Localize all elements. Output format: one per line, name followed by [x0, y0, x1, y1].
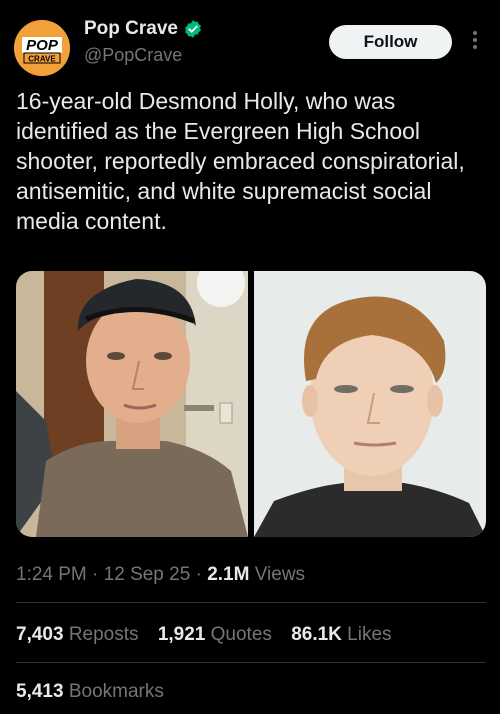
bookmarks-stat[interactable]: 5,413 Bookmarks [16, 681, 164, 703]
quotes-count: 1,921 [157, 624, 206, 645]
media-grid [16, 271, 486, 537]
likes-label: Likes [347, 624, 392, 645]
quotes-label: Quotes [210, 624, 272, 645]
views-label: Views [254, 564, 306, 585]
verified-badge-icon [185, 20, 201, 38]
tweet-meta: 1:24 PM · 12 Sep 25 · 2.1M Views [16, 564, 305, 586]
tweet-time[interactable]: 1:24 PM [16, 564, 87, 585]
svg-text:POP: POP [26, 37, 59, 54]
divider [16, 662, 486, 663]
pop-crave-logo-icon: POP CRAVE [14, 20, 70, 76]
tweet-header: POP CRAVE Pop Crave @PopCrave Follow [0, 0, 500, 80]
engagement-stats: 7,403 Reposts 1,921 Quotes 86.1K Likes [16, 624, 406, 646]
separator-dot: · [92, 564, 104, 585]
tweet-text: 16-year-old Desmond Holly, who was ident… [16, 88, 465, 234]
quotes-stat[interactable]: 1,921 Quotes [158, 624, 272, 645]
avatar[interactable]: POP CRAVE [14, 20, 70, 76]
display-name[interactable]: Pop Crave [84, 18, 178, 40]
tweet-date[interactable]: 12 Sep 25 [104, 564, 191, 585]
more-vertical-icon[interactable] [471, 28, 479, 52]
likes-count: 86.1K [291, 624, 342, 645]
reposts-label: Reposts [68, 624, 139, 645]
svg-text:CRAVE: CRAVE [28, 55, 56, 64]
bookmarks-count: 5,413 [16, 681, 64, 702]
handle[interactable]: @PopCrave [84, 45, 182, 66]
portrait-photo[interactable] [254, 271, 486, 537]
reposts-count: 7,403 [16, 624, 64, 645]
reposts-stat[interactable]: 7,403 Reposts [16, 624, 139, 645]
selfie-photo[interactable] [16, 271, 248, 537]
follow-button[interactable]: Follow [329, 25, 452, 59]
divider [16, 602, 486, 603]
likes-stat[interactable]: 86.1K Likes [291, 624, 391, 645]
separator-dot: · [195, 564, 208, 585]
bookmarks-label: Bookmarks [68, 681, 164, 702]
name-row: Pop Crave [84, 18, 203, 40]
views-count: 2.1M [207, 564, 250, 585]
